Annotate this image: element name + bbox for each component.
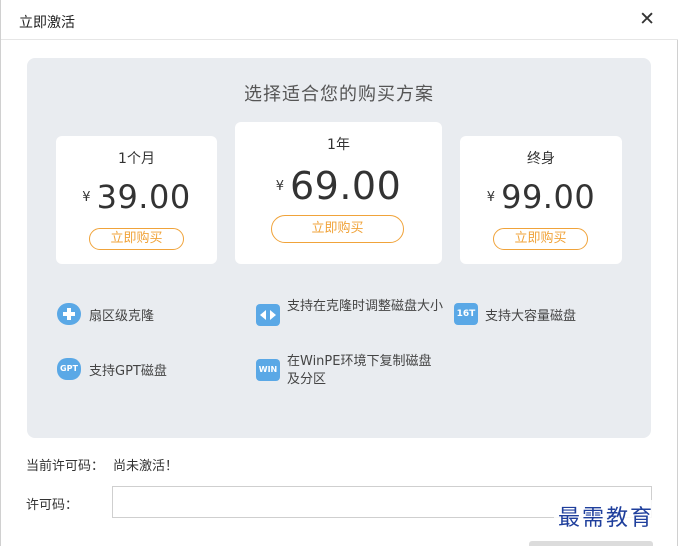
price-value: 99.00 — [501, 178, 596, 216]
license-status-label: 当前许可码： — [26, 459, 105, 474]
price-value: 39.00 — [96, 178, 191, 216]
feature-large-disk: 16T 支持大容量磁盘 — [454, 303, 634, 329]
activate-button[interactable] — [529, 541, 653, 546]
feature-sector-clone: 扇区级克隆 — [57, 303, 237, 329]
feature-resize-disk: 支持在克隆时调整磁盘大小 — [256, 298, 446, 338]
feature-label: 支持在克隆时调整磁盘大小 — [287, 299, 444, 314]
gpt-disk-icon: GPT — [57, 358, 81, 380]
license-status-value: 尚未激活！ — [113, 459, 179, 474]
buy-button-monthly[interactable]: 立即购买 — [89, 228, 184, 250]
title-bar: 立即激活 ✕ — [1, 0, 678, 40]
plans-panel: 选择适合您的购买方案 1个月 ¥39.00 立即购买 1年 ¥69.00 立即购… — [27, 58, 651, 438]
plans-headline: 选择适合您的购买方案 — [244, 84, 434, 105]
license-code-label: 许可码： — [26, 498, 79, 513]
activation-dialog: 立即激活 ✕ 选择适合您的购买方案 1个月 ¥39.00 立即购买 1年 ¥69… — [0, 0, 678, 546]
winpe-icon: WIN — [256, 359, 280, 381]
plan-name: 终身 — [527, 151, 555, 167]
plan-price: ¥39.00 — [56, 178, 217, 216]
feature-gpt-disk: GPT 支持GPT磁盘 — [57, 358, 237, 384]
plan-price: ¥69.00 — [235, 164, 442, 208]
sector-clone-icon — [57, 303, 81, 325]
feature-winpe: WIN 在WinPE环境下复制磁盘及分区 — [256, 353, 456, 393]
watermark: 最需教育 — [554, 500, 659, 532]
plan-name: 1年 — [327, 137, 350, 153]
plan-name: 1个月 — [118, 151, 155, 167]
window-title: 立即激活 — [19, 15, 75, 31]
plan-card-lifetime: 终身 ¥99.00 立即购买 — [460, 136, 622, 264]
currency-symbol: ¥ — [275, 178, 284, 194]
buy-button-yearly[interactable]: 立即购买 — [271, 215, 404, 243]
plan-price: ¥99.00 — [460, 178, 622, 216]
close-icon[interactable]: ✕ — [639, 9, 655, 29]
currency-symbol: ¥ — [486, 189, 496, 205]
resize-disk-icon — [256, 304, 280, 326]
plan-card-monthly: 1个月 ¥39.00 立即购买 — [56, 136, 217, 264]
feature-label: 在WinPE环境下复制磁盘及分区 — [287, 354, 432, 387]
feature-label: 扇区级克隆 — [89, 309, 155, 324]
price-value: 69.00 — [289, 164, 402, 208]
buy-button-lifetime[interactable]: 立即购买 — [493, 228, 588, 250]
plan-card-yearly: 1年 ¥69.00 立即购买 — [235, 122, 442, 264]
feature-label: 支持大容量磁盘 — [485, 309, 577, 324]
currency-symbol: ¥ — [82, 189, 91, 205]
feature-label: 支持GPT磁盘 — [89, 364, 167, 379]
large-disk-icon: 16T — [454, 303, 478, 325]
